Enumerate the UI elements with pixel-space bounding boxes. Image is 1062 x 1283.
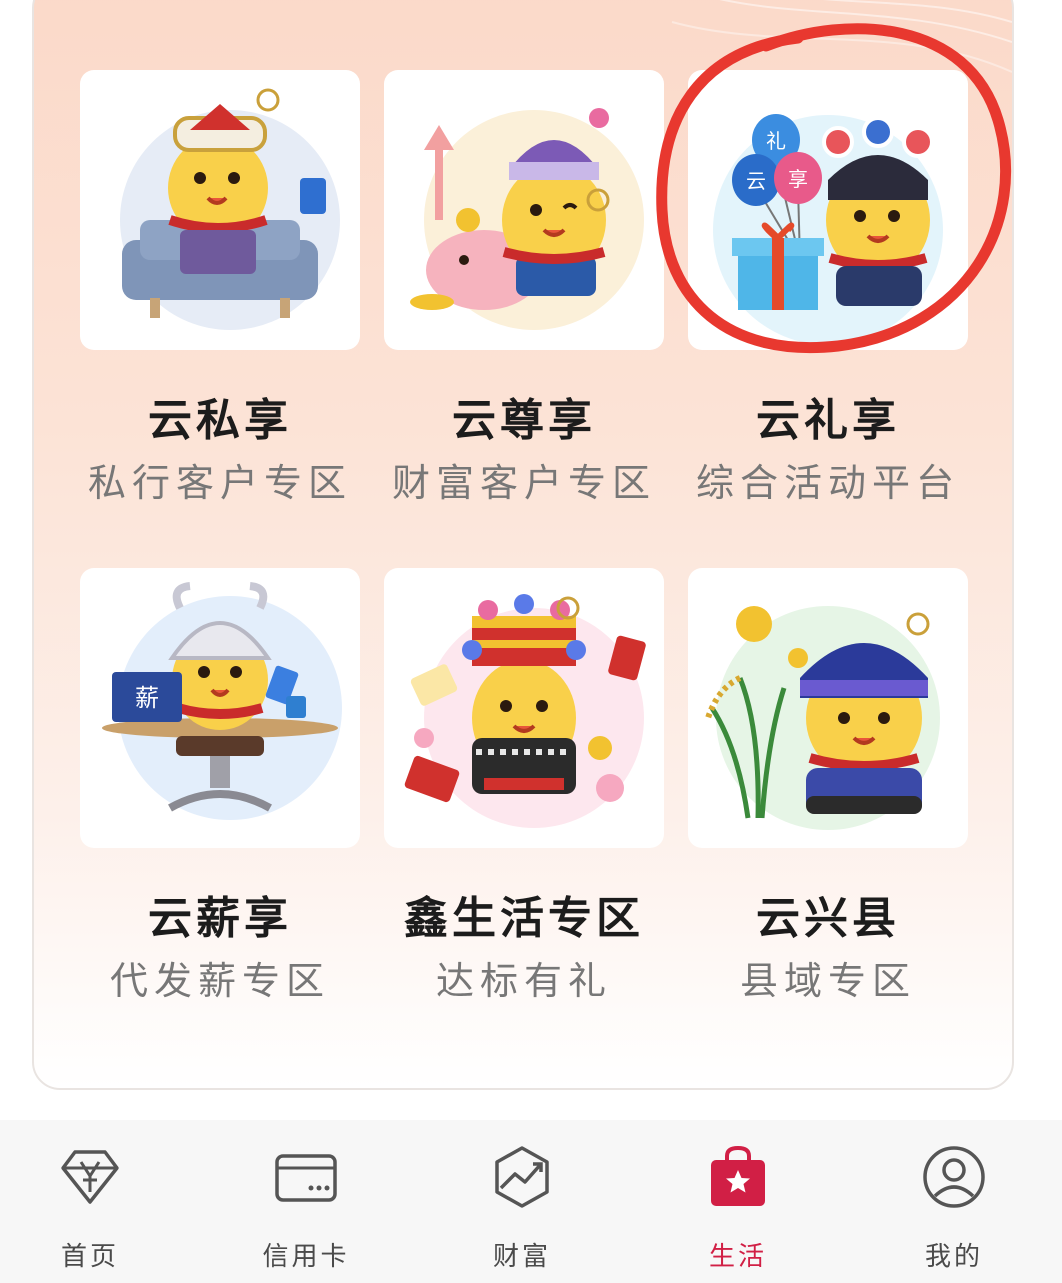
tab-label: 我的 [924,1242,983,1272]
diamond-icon [55,1142,125,1212]
tile-xin-sheng-huo[interactable] [384,568,664,848]
tile-yun-li-xiang[interactable]: 礼 云 享 [688,70,968,350]
tab-life[interactable]: 生活 [632,1120,844,1283]
balloon-label-xiang: 享 [788,167,808,191]
tile-yun-zun-xiang[interactable] [384,70,664,350]
bottom-tab-bar: 首页 信用卡 财富 生活 我的 [0,1120,1062,1283]
service-description: 财富客户专区 [391,461,656,505]
wealth-chart-icon [487,1142,557,1212]
service-description: 私行客户专区 [87,461,352,505]
mascot-piggy-bank-illustration [410,108,644,330]
mascot-red-envelope-illustration [404,594,646,828]
tab-me[interactable]: 我的 [848,1120,1060,1283]
tab-wealth[interactable]: 财富 [416,1120,628,1283]
service-name[interactable]: 云礼享 [676,384,980,448]
balloon-label-li: 礼 [766,129,786,153]
tile-yun-xing-xian[interactable] [688,568,968,848]
tile-yun-xin-xiang[interactable]: 薪 [80,568,360,848]
tab-credit-card[interactable]: 信用卡 [200,1120,412,1283]
tab-label: 首页 [60,1242,119,1272]
tab-label: 生活 [708,1242,767,1272]
service-description: 综合活动平台 [695,461,960,505]
mascot-balloons-gift-illustration: 礼 云 享 [713,114,943,345]
service-name[interactable]: 鑫生活专区 [372,882,676,946]
service-description: 县域专区 [739,959,916,1003]
shopping-bag-icon [703,1142,773,1212]
service-name[interactable]: 云兴县 [676,882,980,946]
balloon-label-yun: 云 [746,169,766,193]
service-name[interactable]: 云尊享 [372,384,676,448]
tab-label: 信用卡 [262,1242,350,1272]
services-panel: 礼 云 享 薪 云私享 私行客户专区 云尊享 财富客户专区 云礼享 综合活动平台… [32,0,1014,1090]
tab-home[interactable]: 首页 [0,1120,196,1283]
service-name[interactable]: 云薪享 [68,882,372,946]
mascot-on-sofa-illustration [120,88,340,330]
user-icon [919,1142,989,1212]
credit-card-icon [271,1142,341,1212]
tab-label: 财富 [492,1242,551,1272]
service-description: 达标有礼 [435,959,612,1003]
mascot-desk-laptop-illustration: 薪 [102,582,342,820]
service-description: 代发薪专区 [109,959,330,1003]
tile-yun-si-xiang[interactable] [80,70,360,350]
service-name[interactable]: 云私享 [68,384,372,448]
laptop-screen-label: 薪 [135,684,159,712]
mascot-rice-field-illustration [705,606,940,830]
